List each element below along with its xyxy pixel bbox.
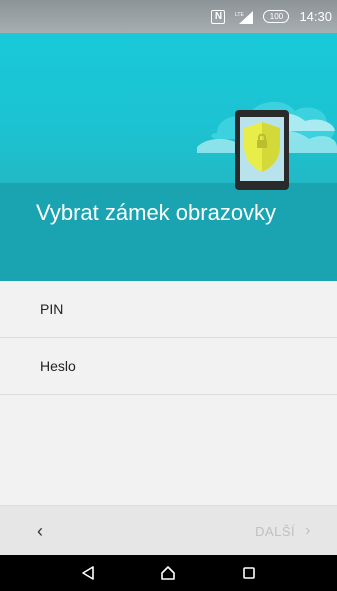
- action-bar: ‹ DALŠÍ ›: [0, 505, 337, 555]
- option-label: PIN: [40, 301, 64, 317]
- nfc-icon: N: [211, 9, 226, 24]
- home-nav-icon[interactable]: [158, 563, 178, 583]
- recents-nav-icon[interactable]: [239, 563, 259, 583]
- option-password[interactable]: Heslo: [0, 338, 337, 395]
- chevron-left-icon: ‹: [37, 520, 43, 541]
- clock: 14:30: [299, 9, 332, 24]
- next-label: DALŠÍ: [255, 523, 296, 539]
- back-button[interactable]: ‹: [28, 519, 52, 543]
- page-title: Vybrat zámek obrazovky: [36, 200, 277, 225]
- chevron-right-icon: ›: [305, 522, 311, 539]
- battery-icon: 100: [263, 10, 290, 23]
- navigation-bar: [0, 555, 337, 591]
- svg-text:LTE: LTE: [235, 12, 244, 18]
- option-pin[interactable]: PIN: [0, 281, 337, 338]
- option-label: Heslo: [40, 358, 76, 374]
- next-button[interactable]: DALŠÍ ›: [255, 519, 311, 543]
- lock-options-list: PIN Heslo: [0, 281, 337, 395]
- tablet-shield-illustration: [235, 110, 289, 190]
- screen: N LTE 100 14:30 Vybrat zámek obrazovky P…: [0, 0, 337, 591]
- status-bar: N LTE 100 14:30: [0, 0, 337, 33]
- signal-icon: LTE: [235, 10, 254, 24]
- back-nav-icon[interactable]: [78, 563, 98, 583]
- header: Vybrat zámek obrazovky: [0, 33, 337, 281]
